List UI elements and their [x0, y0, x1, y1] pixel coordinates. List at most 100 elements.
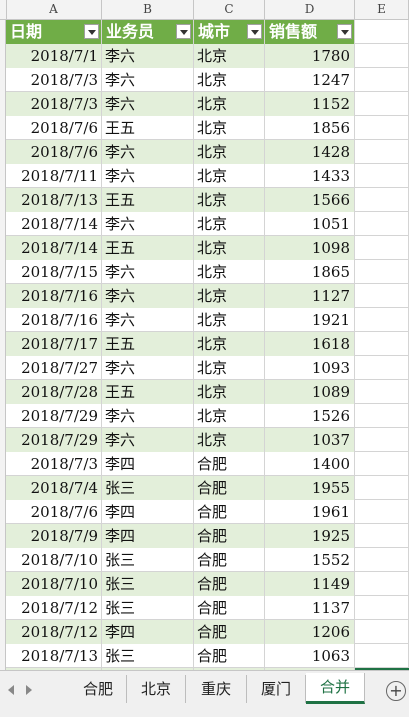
date-cell[interactable]: 2018/7/16: [6, 308, 102, 332]
salesperson-cell[interactable]: 李六: [102, 428, 194, 452]
filter-dropdown-icon[interactable]: [337, 24, 352, 39]
date-cell[interactable]: 2018/7/12: [6, 596, 102, 620]
amount-cell[interactable]: 1247: [265, 68, 355, 92]
salesperson-cell[interactable]: 李六: [102, 164, 194, 188]
date-cell[interactable]: 2018/7/13: [6, 644, 102, 668]
date-cell[interactable]: 2018/7/10: [6, 548, 102, 572]
city-cell[interactable]: 合肥: [194, 476, 265, 500]
cell-e[interactable]: [355, 452, 409, 476]
amount-cell[interactable]: 1137: [265, 596, 355, 620]
cell-e[interactable]: [355, 596, 409, 620]
cell-e[interactable]: [355, 284, 409, 308]
date-cell[interactable]: 2018/7/27: [6, 356, 102, 380]
city-cell[interactable]: 北京: [194, 44, 265, 68]
city-cell[interactable]: 北京: [194, 140, 265, 164]
salesperson-cell[interactable]: 李四: [102, 524, 194, 548]
cell-e[interactable]: [355, 356, 409, 380]
city-cell[interactable]: 合肥: [194, 548, 265, 572]
amount-cell[interactable]: 1127: [265, 284, 355, 308]
cell-e[interactable]: [355, 20, 409, 44]
amount-cell[interactable]: 1051: [265, 212, 355, 236]
cell-e[interactable]: [355, 620, 409, 644]
column-header-a[interactable]: A: [6, 0, 102, 19]
header-amount-cell[interactable]: 销售额: [265, 20, 355, 44]
date-cell[interactable]: 2018/7/14: [6, 212, 102, 236]
amount-cell[interactable]: 1925: [265, 524, 355, 548]
salesperson-cell[interactable]: 李六: [102, 260, 194, 284]
column-header-c[interactable]: C: [194, 0, 265, 19]
cell-e[interactable]: [355, 44, 409, 68]
date-cell[interactable]: 2018/7/3: [6, 452, 102, 476]
cell-e[interactable]: [355, 404, 409, 428]
column-header-d[interactable]: D: [265, 0, 355, 19]
filter-dropdown-icon[interactable]: [176, 24, 191, 39]
amount-cell[interactable]: 1865: [265, 260, 355, 284]
city-cell[interactable]: 合肥: [194, 524, 265, 548]
date-cell[interactable]: 2018/7/11: [6, 164, 102, 188]
salesperson-cell[interactable]: 李六: [102, 356, 194, 380]
cell-e[interactable]: [355, 428, 409, 452]
salesperson-cell[interactable]: 王五: [102, 116, 194, 140]
tab-hefei[interactable]: 合肥: [70, 675, 127, 703]
amount-cell[interactable]: 1921: [265, 308, 355, 332]
date-cell[interactable]: 2018/7/10: [6, 572, 102, 596]
city-cell[interactable]: 合肥: [194, 452, 265, 476]
header-date-cell[interactable]: 日期: [6, 20, 102, 44]
date-cell[interactable]: 2018/7/3: [6, 92, 102, 116]
date-cell[interactable]: 2018/7/17: [6, 332, 102, 356]
next-sheet-icon[interactable]: [26, 685, 32, 695]
column-header-e[interactable]: E: [355, 0, 409, 19]
cell-e[interactable]: [355, 476, 409, 500]
city-cell[interactable]: 北京: [194, 236, 265, 260]
date-cell[interactable]: 2018/7/1: [6, 44, 102, 68]
amount-cell[interactable]: 1206: [265, 620, 355, 644]
city-cell[interactable]: 北京: [194, 260, 265, 284]
amount-cell[interactable]: 1780: [265, 44, 355, 68]
amount-cell[interactable]: 1093: [265, 356, 355, 380]
salesperson-cell[interactable]: 张三: [102, 548, 194, 572]
salesperson-cell[interactable]: 王五: [102, 188, 194, 212]
amount-cell[interactable]: 1149: [265, 572, 355, 596]
date-cell[interactable]: 2018/7/29: [6, 428, 102, 452]
city-cell[interactable]: 北京: [194, 188, 265, 212]
date-cell[interactable]: 2018/7/6: [6, 140, 102, 164]
amount-cell[interactable]: 1566: [265, 188, 355, 212]
city-cell[interactable]: 合肥: [194, 500, 265, 524]
cell-e[interactable]: [355, 548, 409, 572]
cell-e[interactable]: [355, 116, 409, 140]
city-cell[interactable]: 北京: [194, 92, 265, 116]
column-header-b[interactable]: B: [102, 0, 194, 19]
salesperson-cell[interactable]: 王五: [102, 380, 194, 404]
cell-e[interactable]: [355, 164, 409, 188]
date-cell[interactable]: 2018/7/14: [6, 236, 102, 260]
city-cell[interactable]: 北京: [194, 212, 265, 236]
filter-dropdown-icon[interactable]: [247, 24, 262, 39]
date-cell[interactable]: 2018/7/4: [6, 476, 102, 500]
salesperson-cell[interactable]: 李四: [102, 500, 194, 524]
city-cell[interactable]: 北京: [194, 284, 265, 308]
salesperson-cell[interactable]: 张三: [102, 596, 194, 620]
salesperson-cell[interactable]: 李六: [102, 308, 194, 332]
date-cell[interactable]: 2018/7/3: [6, 68, 102, 92]
date-cell[interactable]: 2018/7/16: [6, 284, 102, 308]
cell-e[interactable]: [355, 380, 409, 404]
cell-e[interactable]: [355, 572, 409, 596]
amount-cell[interactable]: 1433: [265, 164, 355, 188]
city-cell[interactable]: 北京: [194, 356, 265, 380]
date-cell[interactable]: 2018/7/29: [6, 404, 102, 428]
city-cell[interactable]: 合肥: [194, 620, 265, 644]
salesperson-cell[interactable]: 李四: [102, 452, 194, 476]
date-cell[interactable]: 2018/7/28: [6, 380, 102, 404]
date-cell[interactable]: 2018/7/6: [6, 500, 102, 524]
date-cell[interactable]: 2018/7/13: [6, 188, 102, 212]
salesperson-cell[interactable]: 李六: [102, 284, 194, 308]
cell-e[interactable]: [355, 260, 409, 284]
amount-cell[interactable]: 1089: [265, 380, 355, 404]
amount-cell[interactable]: 1152: [265, 92, 355, 116]
city-cell[interactable]: 北京: [194, 116, 265, 140]
filter-dropdown-icon[interactable]: [84, 24, 99, 39]
city-cell[interactable]: 北京: [194, 308, 265, 332]
cell-e[interactable]: [355, 92, 409, 116]
date-cell[interactable]: 2018/7/9: [6, 524, 102, 548]
date-cell[interactable]: 2018/7/15: [6, 260, 102, 284]
